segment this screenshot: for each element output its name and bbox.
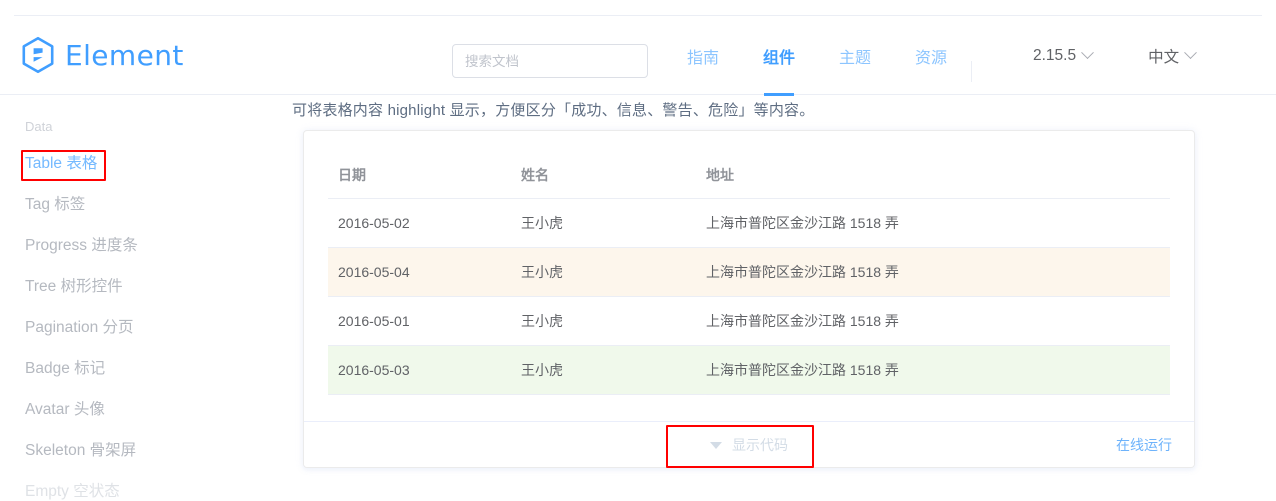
cell-address: 上海市普陀区金沙江路 1518 弄 [696, 198, 1170, 248]
sidebar: Data Table 表格 Tag 标签 Progress 进度条 Tree 树… [0, 96, 292, 501]
column-header-address: 地址 [696, 153, 1170, 199]
triangle-down-icon [710, 441, 722, 449]
sidebar-item-pagination[interactable]: Pagination 分页 [0, 305, 292, 346]
sidebar-item-badge[interactable]: Badge 标记 [0, 346, 292, 387]
sidebar-item-label: Empty 空状态 [25, 482, 120, 500]
nav-item-theme[interactable]: 主题 [817, 16, 893, 95]
sidebar-item-skeleton[interactable]: Skeleton 骨架屏 [0, 428, 292, 469]
demo-body: 日期 姓名 地址 2016-05-02 王小虎 上海市普陀区金沙江路 1518 … [304, 131, 1194, 395]
table-header-row: 日期 姓名 地址 [328, 153, 1170, 199]
sidebar-item-tree[interactable]: Tree 树形控件 [0, 264, 292, 305]
header-dropdowns: 2.15.5 中文 [1005, 16, 1223, 95]
sidebar-item-tag[interactable]: Tag 标签 [0, 182, 292, 223]
sidebar-item-label: Badge 标记 [25, 359, 106, 377]
cell-date: 2016-05-01 [328, 296, 511, 346]
cell-name: 王小虎 [511, 345, 696, 395]
column-header-date: 日期 [328, 153, 511, 199]
search-input[interactable] [453, 45, 647, 77]
sidebar-item-label: Tree 树形控件 [25, 277, 123, 295]
sidebar-item-label: Avatar 头像 [25, 400, 105, 418]
sidebar-item-label: Table 表格 [25, 154, 98, 172]
show-code-toggle[interactable]: 显示代码 [710, 422, 788, 467]
cell-name: 王小虎 [511, 247, 696, 297]
brand-logo-link[interactable]: Element [20, 36, 184, 74]
sidebar-group-label: Data [25, 119, 53, 134]
sidebar-item-label: Progress 进度条 [25, 236, 138, 254]
demo-card: 日期 姓名 地址 2016-05-02 王小虎 上海市普陀区金沙江路 1518 … [303, 130, 1195, 468]
sidebar-item-label: Pagination 分页 [25, 318, 134, 336]
version-dropdown[interactable]: 2.15.5 [1005, 46, 1120, 65]
demo-footer: 显示代码 在线运行 [304, 421, 1194, 467]
nav-item-guide[interactable]: 指南 [665, 16, 741, 95]
nav-divider [971, 61, 972, 82]
chevron-down-icon [1081, 46, 1094, 60]
cell-name: 王小虎 [511, 296, 696, 346]
table-row[interactable]: 2016-05-04 王小虎 上海市普陀区金沙江路 1518 弄 [328, 247, 1170, 297]
sidebar-item-label: Tag 标签 [25, 195, 86, 213]
language-dropdown-label: 中文 [1148, 48, 1180, 66]
show-code-label: 显示代码 [732, 437, 788, 453]
highlight-table: 日期 姓名 地址 2016-05-02 王小虎 上海市普陀区金沙江路 1518 … [328, 153, 1170, 395]
nav-item-resource[interactable]: 资源 [893, 16, 969, 95]
site-header: Element 指南 组件 主题 资源 2.15.5 中文 [0, 16, 1276, 95]
cell-date: 2016-05-03 [328, 345, 511, 395]
main-content: 可将表格内容 highlight 显示，方便区分「成功、信息、警告、危险」等内容… [292, 96, 1276, 501]
nav-item-components[interactable]: 组件 [741, 16, 817, 95]
sidebar-item-table[interactable]: Table 表格 [0, 141, 292, 182]
brand-name: Element [65, 38, 184, 72]
sidebar-item-label: Skeleton 骨架屏 [25, 441, 137, 459]
sidebar-item-avatar[interactable]: Avatar 头像 [0, 387, 292, 428]
table-row[interactable]: 2016-05-02 王小虎 上海市普陀区金沙江路 1518 弄 [328, 198, 1170, 248]
version-dropdown-label: 2.15.5 [1033, 46, 1077, 64]
run-online-link[interactable]: 在线运行 [1116, 422, 1172, 467]
element-hexagon-logo-icon [20, 36, 56, 74]
cell-address: 上海市普陀区金沙江路 1518 弄 [696, 247, 1170, 297]
page-root: Element 指南 组件 主题 资源 2.15.5 中文 Data Ta [0, 0, 1276, 501]
chevron-down-icon [1184, 46, 1197, 60]
table-row[interactable]: 2016-05-03 王小虎 上海市普陀区金沙江路 1518 弄 [328, 345, 1170, 395]
cell-date: 2016-05-02 [328, 198, 511, 248]
cell-address: 上海市普陀区金沙江路 1518 弄 [696, 296, 1170, 346]
cell-address: 上海市普陀区金沙江路 1518 弄 [696, 345, 1170, 395]
main-nav: 指南 组件 主题 资源 [665, 16, 969, 95]
cell-date: 2016-05-04 [328, 247, 511, 297]
search-box[interactable] [452, 44, 648, 78]
column-header-name: 姓名 [511, 153, 696, 199]
section-description: 可将表格内容 highlight 显示，方便区分「成功、信息、警告、危险」等内容… [292, 102, 815, 119]
sidebar-item-progress[interactable]: Progress 进度条 [0, 223, 292, 264]
table-row[interactable]: 2016-05-01 王小虎 上海市普陀区金沙江路 1518 弄 [328, 296, 1170, 346]
sidebar-item-empty[interactable]: Empty 空状态 [0, 469, 292, 501]
language-dropdown[interactable]: 中文 [1120, 45, 1223, 67]
cell-name: 王小虎 [511, 198, 696, 248]
